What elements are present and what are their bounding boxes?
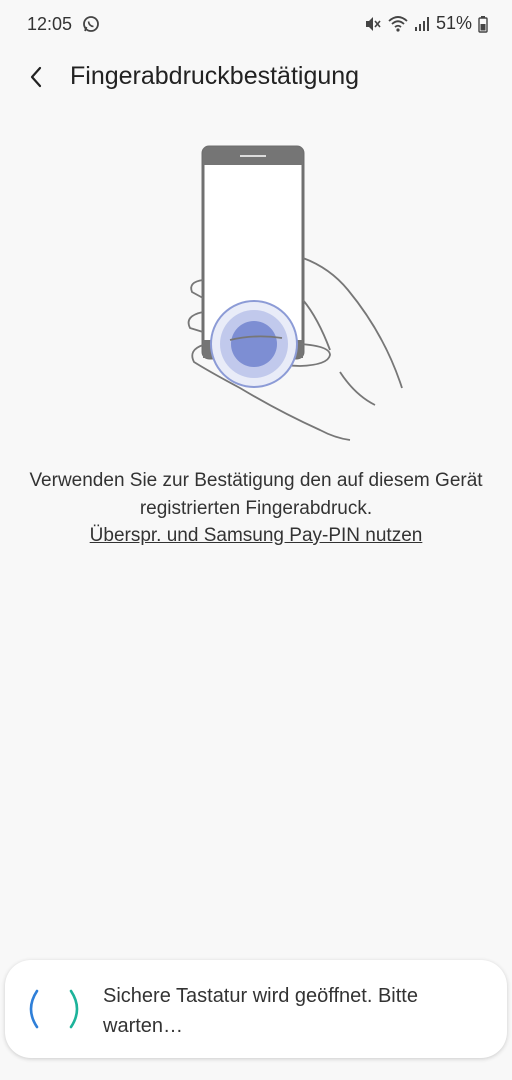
signal-icon (414, 16, 429, 31)
mute-icon (365, 16, 381, 31)
fingerprint-phone-illustration (187, 145, 403, 441)
loading-spinner-icon (29, 989, 79, 1029)
battery-percentage: 51% (435, 13, 472, 33)
instruction-text: Verwenden Sie zur Bestätigung den auf di… (29, 470, 483, 519)
back-button[interactable] (22, 62, 52, 92)
status-bar: 12:05 51% (0, 0, 512, 50)
whatsapp-icon (83, 16, 99, 32)
page-title: Fingerabdruckbestätigung (70, 62, 360, 90)
back-arrow-icon (30, 66, 42, 88)
status-icons: 51% (364, 13, 488, 34)
battery-icon (478, 15, 488, 33)
toast-notification: Sichere Tastatur wird geöffnet. Bitte wa… (5, 960, 507, 1058)
status-time: 12:05 (27, 14, 73, 34)
wifi-icon (388, 15, 408, 32)
skip-use-pin-link[interactable]: Überspr. und Samsung Pay-PIN nutzen (20, 522, 492, 550)
header: Fingerabdruckbestätigung (0, 52, 512, 102)
toast-message: Sichere Tastatur wird geöffnet. Bitte wa… (103, 985, 418, 1037)
